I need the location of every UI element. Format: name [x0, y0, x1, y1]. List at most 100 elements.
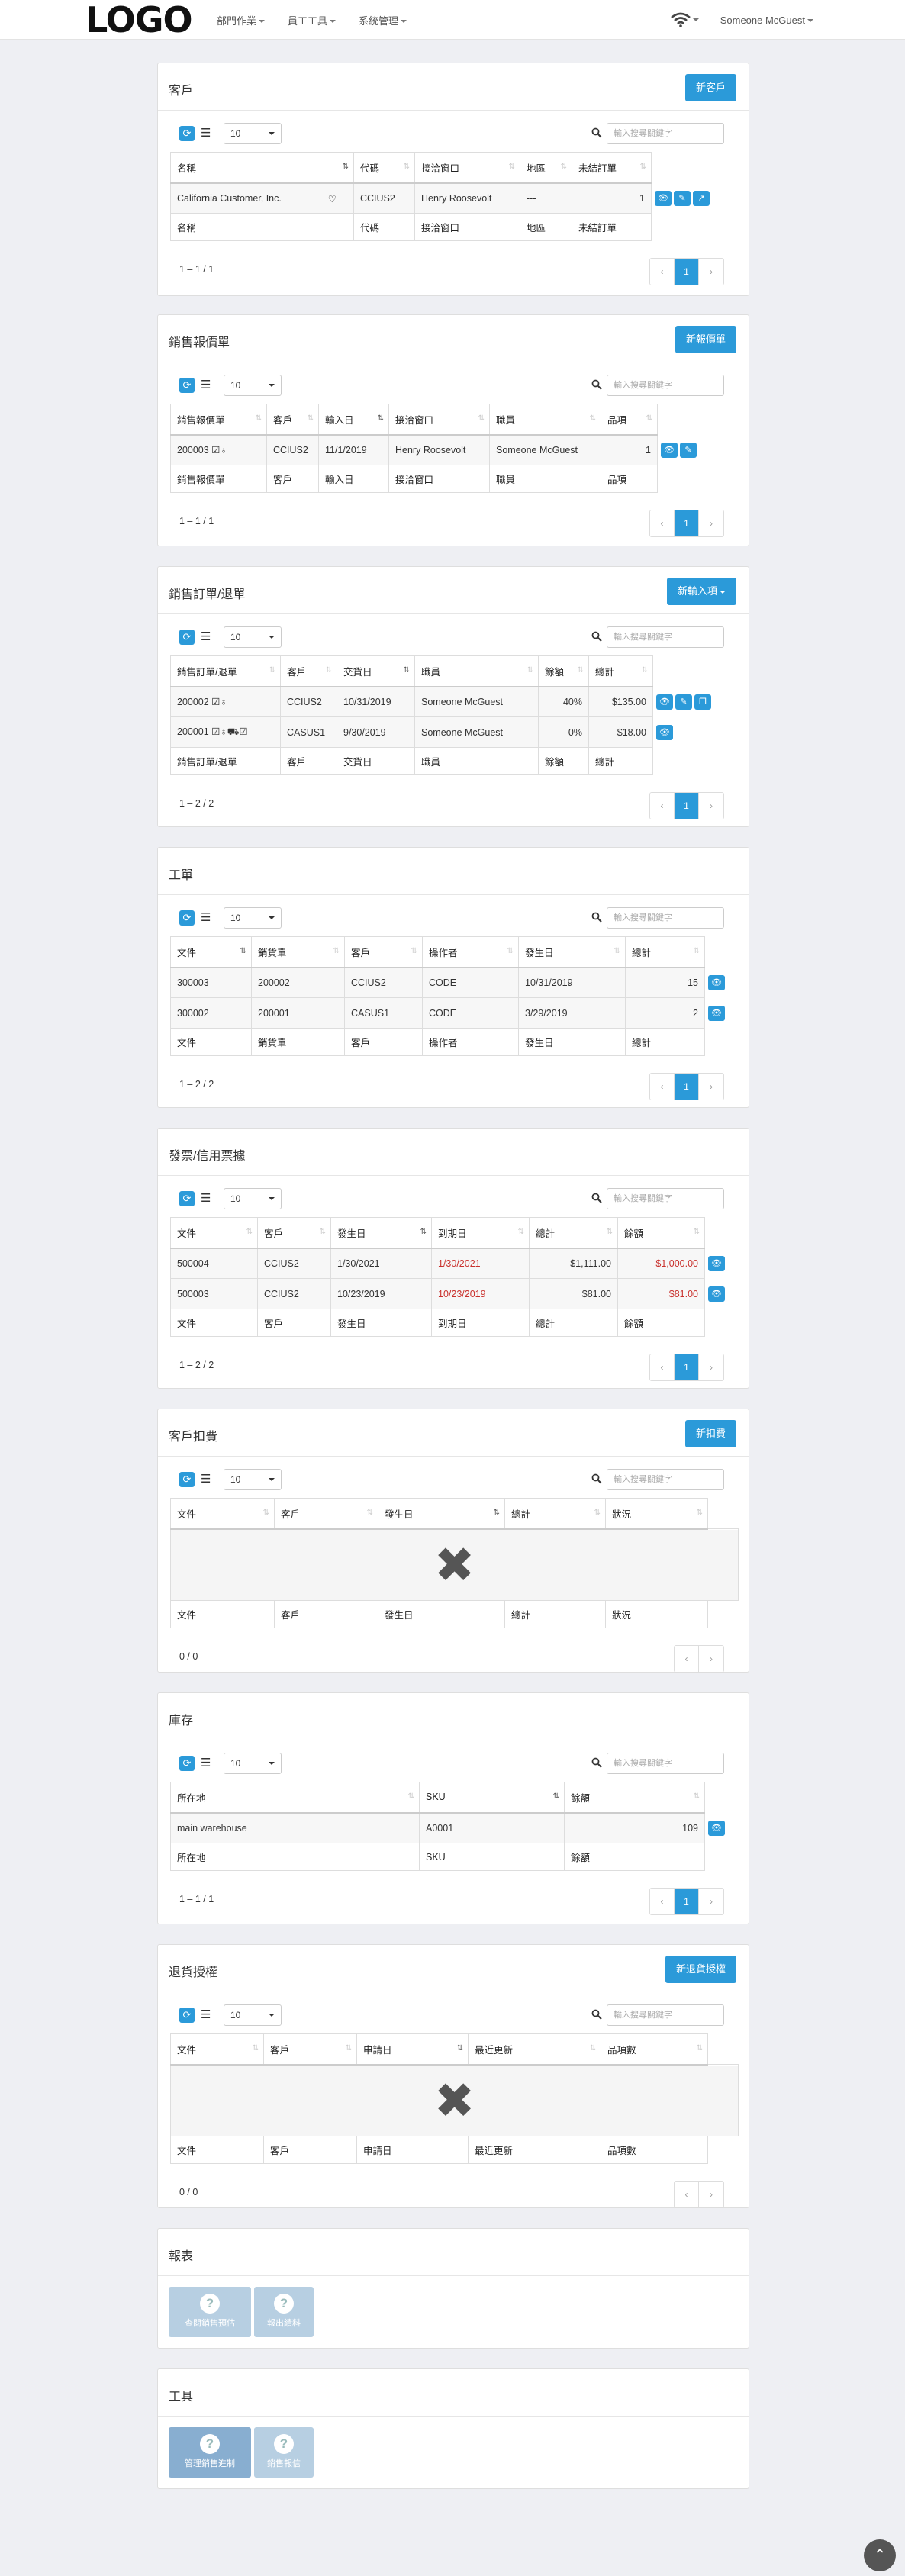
logo[interactable]: LOGO	[85, 0, 193, 40]
wifi-icon[interactable]	[670, 12, 699, 27]
search-input[interactable]: 輸入搜尋關鍵字	[607, 1753, 724, 1774]
view-icon[interactable]: 👁	[708, 1286, 725, 1302]
column-header[interactable]: 客戶 ⇅	[263, 2033, 357, 2066]
page-button[interactable]: 1	[675, 1074, 699, 1100]
column-header[interactable]: 客戶 ⇅	[274, 1498, 378, 1530]
page-size-select[interactable]: 10	[224, 2004, 282, 2026]
next-page-button[interactable]: ›	[699, 259, 723, 285]
column-header[interactable]: 客戶 ⇅	[266, 404, 319, 436]
prev-page-button[interactable]: ‹	[650, 259, 675, 285]
edit-icon[interactable]: ✎	[675, 694, 692, 710]
search-input[interactable]: 輸入搜尋關鍵字	[607, 375, 724, 396]
list-icon[interactable]: ☰	[201, 1756, 211, 1771]
column-header[interactable]: 職員 ⇅	[414, 655, 539, 687]
nav-menu-employee-tools[interactable]: 員工工具	[288, 13, 337, 27]
column-header[interactable]: 總計 ⇅	[529, 1217, 618, 1249]
refresh-icon[interactable]: ⟳	[179, 1472, 195, 1487]
next-page-button[interactable]: ›	[699, 510, 723, 536]
next-page-button[interactable]: ›	[699, 1354, 723, 1380]
column-header[interactable]: 客戶 ⇅	[280, 655, 337, 687]
page-button[interactable]: 1	[675, 1889, 699, 1914]
page-button[interactable]: 1	[675, 259, 699, 285]
refresh-icon[interactable]: ⟳	[179, 1191, 195, 1206]
page-button[interactable]: 1	[675, 793, 699, 819]
report-tile-sales-forecast[interactable]: ? 查閱銷售預估	[169, 2287, 251, 2337]
column-header[interactable]: 地區 ⇅	[520, 152, 572, 184]
new-return-button[interactable]: 新退貨授權	[665, 1956, 736, 1983]
list-icon[interactable]: ☰	[201, 378, 211, 393]
column-header[interactable]: 文件 ⇅	[170, 1217, 258, 1249]
column-header[interactable]: 總計 ⇅	[504, 1498, 606, 1530]
next-page-button[interactable]: ›	[699, 2181, 723, 2207]
prev-page-button[interactable]: ‹	[650, 793, 675, 819]
page-size-select[interactable]: 10	[224, 1188, 282, 1209]
column-header[interactable]: 代碼 ⇅	[353, 152, 415, 184]
column-header[interactable]: SKU ⇅	[419, 1782, 565, 1814]
new-quote-button[interactable]: 新報價單	[675, 326, 736, 353]
column-header[interactable]: 銷售報價單 ⇅	[170, 404, 267, 436]
page-button[interactable]: 1	[675, 510, 699, 536]
column-header[interactable]: 到期日 ⇅	[431, 1217, 530, 1249]
column-header[interactable]: 最近更新 ⇅	[468, 2033, 601, 2066]
refresh-icon[interactable]: ⟳	[179, 1756, 195, 1771]
column-header[interactable]: 接洽窗口 ⇅	[414, 152, 520, 184]
column-header[interactable]: 發生日 ⇅	[330, 1217, 432, 1249]
nav-menu-departments[interactable]: 部門作業	[217, 13, 266, 27]
column-header[interactable]: 品項數 ⇅	[601, 2033, 708, 2066]
list-icon[interactable]: ☰	[201, 1472, 211, 1487]
view-icon[interactable]: 👁	[708, 1005, 725, 1021]
nav-menu-system-admin[interactable]: 系統管理	[359, 13, 407, 27]
column-header[interactable]: 總計 ⇅	[588, 655, 653, 687]
column-header[interactable]: 發生日 ⇅	[518, 936, 626, 968]
refresh-icon[interactable]: ⟳	[179, 630, 195, 645]
refresh-icon[interactable]: ⟳	[179, 378, 195, 393]
next-page-button[interactable]: ›	[699, 1889, 723, 1914]
edit-icon[interactable]: ✎	[680, 442, 697, 458]
list-icon[interactable]: ☰	[201, 1191, 211, 1206]
page-size-select[interactable]: 10	[224, 375, 282, 396]
column-header[interactable]: 品項 ⇅	[601, 404, 658, 436]
column-header[interactable]: 銷售訂單/退單 ⇅	[170, 655, 281, 687]
prev-page-button[interactable]: ‹	[650, 1354, 675, 1380]
search-input[interactable]: 輸入搜尋關鍵字	[607, 1188, 724, 1209]
column-header[interactable]: 餘額 ⇅	[564, 1782, 705, 1814]
search-input[interactable]: 輸入搜尋關鍵字	[607, 626, 724, 648]
next-page-button[interactable]: ›	[699, 1645, 723, 1672]
column-header[interactable]: 交貨日 ⇅	[337, 655, 415, 687]
column-header[interactable]: 文件 ⇅	[170, 1498, 275, 1530]
copy-icon[interactable]: ❐	[694, 694, 711, 710]
next-page-button[interactable]: ›	[699, 1074, 723, 1100]
view-icon[interactable]: 👁	[708, 1255, 725, 1271]
column-header[interactable]: 文件 ⇅	[170, 936, 252, 968]
user-menu[interactable]: Someone McGuest	[720, 14, 813, 26]
column-header[interactable]: 客戶 ⇅	[257, 1217, 331, 1249]
new-customer-button[interactable]: 新客戶	[684, 74, 736, 101]
list-icon[interactable]: ☰	[201, 910, 211, 926]
page-size-select[interactable]: 10	[224, 626, 282, 648]
column-header[interactable]: 名稱 ⇅	[170, 152, 354, 184]
view-icon[interactable]: 👁	[661, 442, 678, 458]
chart-icon[interactable]: ↗	[693, 190, 710, 206]
report-tile-export[interactable]: ? 報出績料	[254, 2287, 314, 2337]
refresh-icon[interactable]: ⟳	[179, 2008, 195, 2023]
column-header[interactable]: 狀況 ⇅	[605, 1498, 708, 1530]
refresh-icon[interactable]: ⟳	[179, 126, 195, 141]
search-input[interactable]: 輸入搜尋關鍵字	[607, 123, 724, 144]
list-icon[interactable]: ☰	[201, 2008, 211, 2023]
view-icon[interactable]: 👁	[708, 1820, 725, 1836]
new-entry-button[interactable]: 新輸入項	[666, 578, 736, 605]
column-header[interactable]: 未結訂單 ⇅	[572, 152, 652, 184]
prev-page-button[interactable]: ‹	[675, 1645, 699, 1672]
search-input[interactable]: 輸入搜尋關鍵字	[607, 2004, 724, 2026]
column-header[interactable]: 職員 ⇅	[489, 404, 601, 436]
prev-page-button[interactable]: ‹	[650, 510, 675, 536]
prev-page-button[interactable]: ‹	[650, 1889, 675, 1914]
column-header[interactable]: 銷貨單 ⇅	[251, 936, 345, 968]
page-size-select[interactable]: 10	[224, 1753, 282, 1774]
view-icon[interactable]: 👁	[655, 190, 672, 206]
search-input[interactable]: 輸入搜尋關鍵字	[607, 907, 724, 929]
new-charge-button[interactable]: 新扣費	[684, 1420, 736, 1447]
view-icon[interactable]: 👁	[656, 724, 673, 740]
column-header[interactable]: 接洽窗口 ⇅	[388, 404, 490, 436]
column-header[interactable]: 申請日 ⇅	[356, 2033, 469, 2066]
